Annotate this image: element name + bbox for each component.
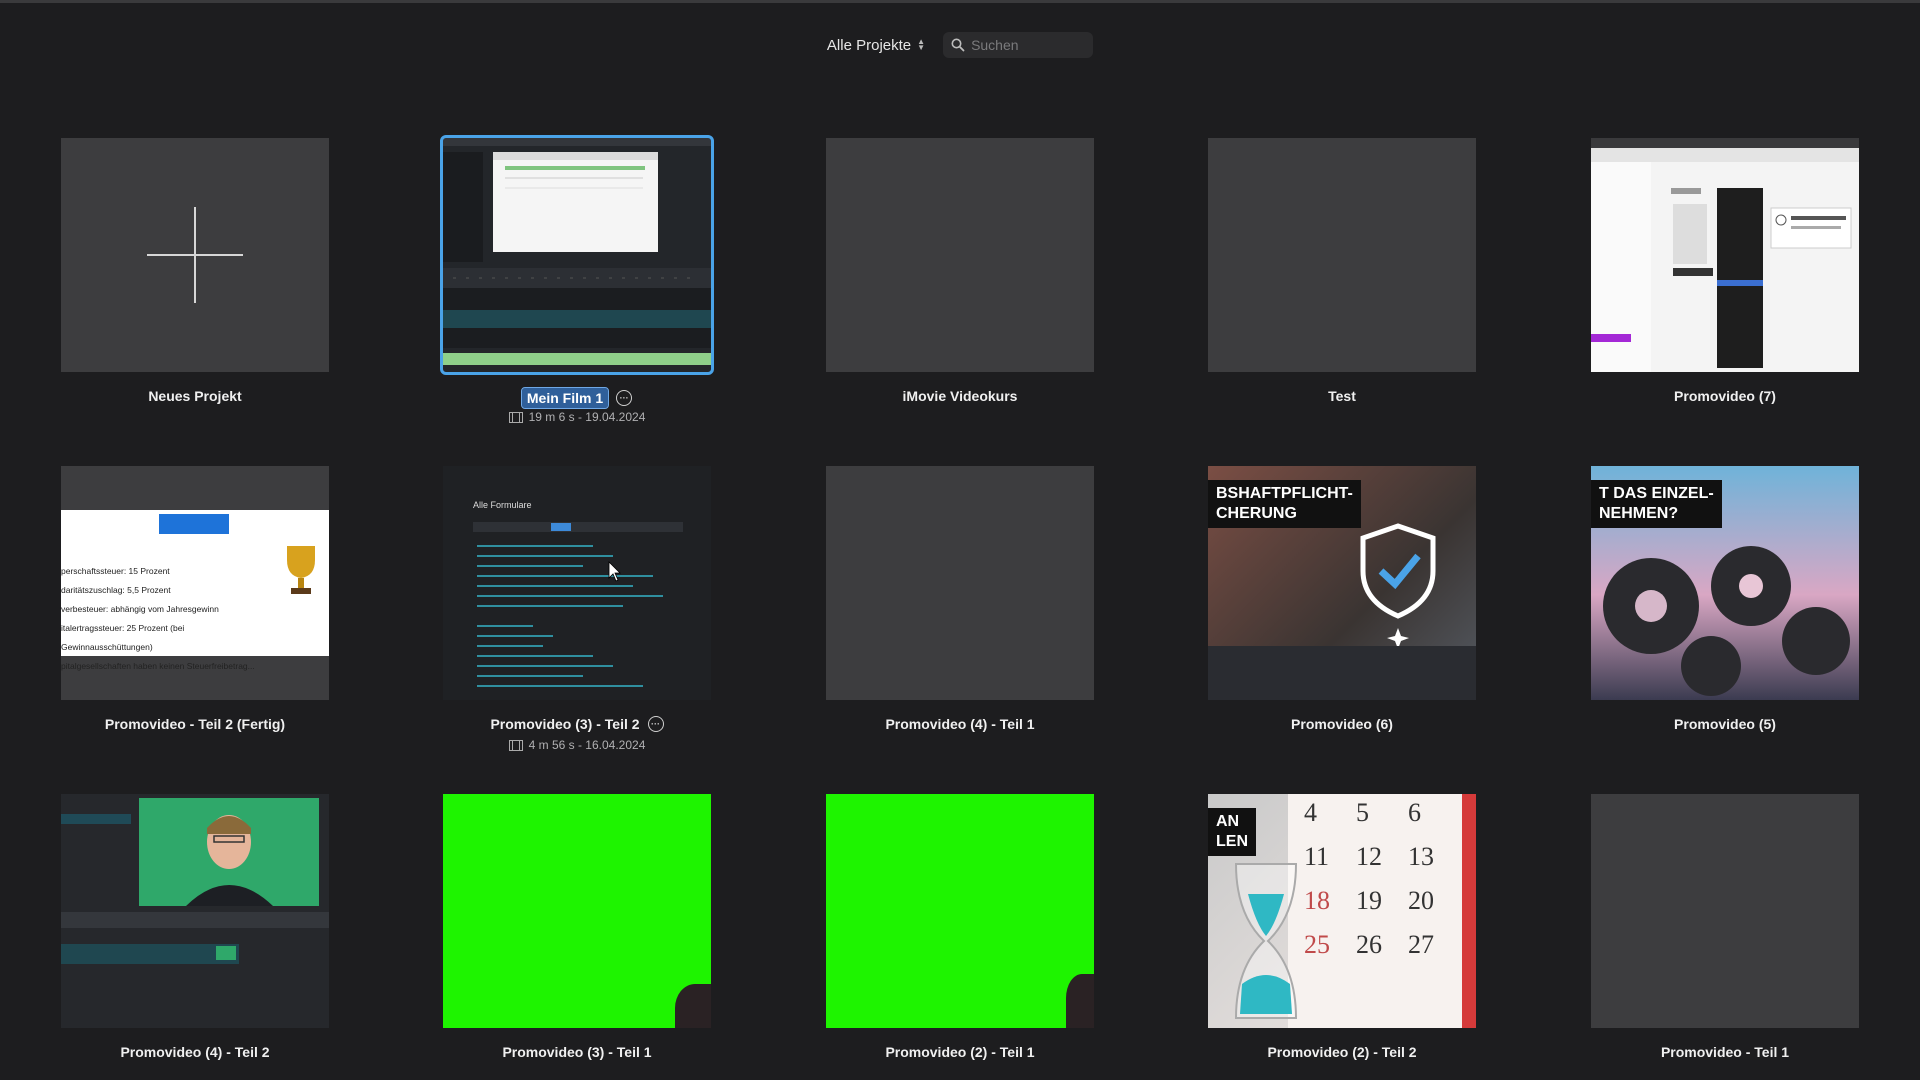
project-title: Promovideo (6) (1291, 716, 1393, 732)
laptop-graphic (1208, 646, 1476, 700)
project-grid: Neues Projekt Mein Film 1 ··· 19 m 6 s -… (0, 0, 1920, 1080)
film-icon (508, 739, 523, 751)
project-title: Promovideo (4) - Teil 1 (885, 716, 1035, 732)
project-meta: 4 m 56 s - 16.04.2024 (528, 738, 646, 752)
project-thumbnail-empty[interactable] (826, 138, 1094, 372)
thumbnail-caption: AN LEN (1208, 808, 1256, 856)
project-title: Promovideo - Teil 1 (1660, 1044, 1790, 1060)
editor-screenshot-thumbnail (61, 794, 329, 1028)
project-thumbnail-empty[interactable] (826, 466, 1094, 700)
project-meta: 19 m 6 s - 19.04.2024 (528, 410, 646, 424)
person-silhouette (1066, 974, 1094, 1028)
thumbnail-caption: BSHAFTPFLICHT- CHERUNG (1208, 480, 1361, 528)
webpage-screenshot-thumbnail (1591, 138, 1859, 372)
project-title: Promovideo - Teil 2 (Fertig) (104, 716, 286, 732)
calendar-graphic: 4 5 6 11 12 13 18 19 20 25 26 27 (1288, 794, 1476, 1028)
new-project-thumbnail[interactable] (61, 138, 329, 372)
more-options-icon[interactable]: ··· (616, 390, 633, 406)
project-thumbnail[interactable] (1591, 138, 1859, 372)
project-thumbnail[interactable]: BSHAFTPFLICHT- CHERUNG (1208, 466, 1476, 700)
project-thumbnail[interactable]: Alle Formulare (443, 466, 711, 700)
project-title: Neues Projekt (148, 388, 242, 404)
project-title-editing[interactable]: Mein Film 1 (520, 387, 610, 409)
person-silhouette (675, 984, 711, 1028)
project-title: Promovideo (4) - Teil 2 (120, 1044, 270, 1060)
project-thumbnail[interactable] (61, 794, 329, 1028)
thumbnail-caption: T DAS EINZEL- NEHMEN? (1591, 480, 1722, 528)
project-title: Promovideo (2) - Teil 2 (1267, 1044, 1417, 1060)
gears-graphic (1603, 546, 1850, 696)
project-title: Test (1328, 388, 1356, 404)
project-title: Promovideo (2) - Teil 1 (885, 1044, 1035, 1060)
project-thumbnail-greenscreen[interactable] (443, 794, 711, 1028)
project-title: Promovideo (3) - Teil 1 (502, 1044, 652, 1060)
project-thumbnail-greenscreen[interactable] (826, 794, 1094, 1028)
project-title: Promovideo (5) (1674, 716, 1776, 732)
project-thumbnail[interactable]: 4 5 6 11 12 13 18 19 20 25 26 27 AN LEN (1208, 794, 1476, 1028)
trophy-icon (287, 546, 315, 594)
project-thumbnail[interactable] (440, 135, 714, 375)
project-thumbnail[interactable]: T DAS EINZEL- NEHMEN? (1591, 466, 1859, 700)
editor-screenshot-thumbnail (443, 138, 711, 372)
shield-icon (1360, 523, 1436, 646)
project-thumbnail-empty[interactable] (1208, 138, 1476, 372)
project-title: iMovie Videokurs (902, 388, 1018, 404)
banner-graphic (159, 514, 229, 534)
project-thumbnail-empty[interactable] (1591, 794, 1859, 1028)
project-title: Promovideo (7) (1674, 388, 1776, 404)
film-icon (508, 411, 523, 423)
project-title: Promovideo (3) - Teil 2 (490, 716, 640, 732)
more-options-icon[interactable]: ··· (647, 716, 664, 732)
project-thumbnail[interactable]: perschaftssteuer: 15 Prozent daritätszus… (61, 466, 329, 700)
hourglass-icon (1234, 863, 1298, 1019)
